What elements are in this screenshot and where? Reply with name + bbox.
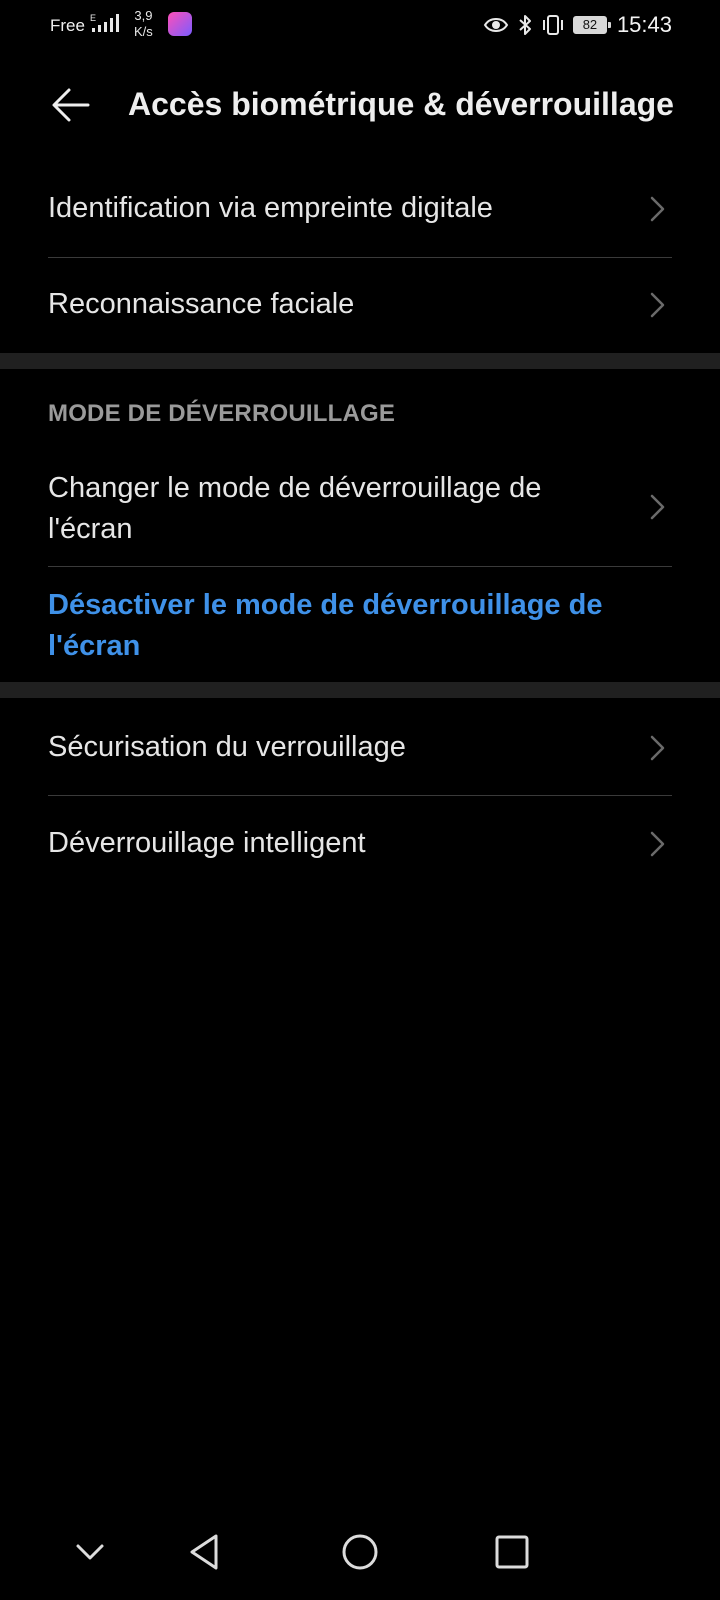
divider [48,566,672,567]
chevron-right-icon [650,196,665,222]
circle-home-icon [342,1534,378,1570]
change-unlock-mode-label-line2: l'écran [48,513,133,545]
smart-unlock-label: Déverrouillage intelligent [48,827,366,859]
disable-unlock-mode-label-line2: l'écran [48,630,141,662]
section-separator [0,682,720,698]
change-unlock-mode-item[interactable]: Changer le mode de déverrouillage de l'é… [48,468,672,558]
lock-security-label: Sécurisation du verrouillage [48,731,406,763]
fingerprint-label: Identification via empreinte digitale [48,192,493,224]
face-recognition-item[interactable]: Reconnaissance faciale [48,284,672,344]
disable-unlock-mode-link[interactable]: Désactiver le mode de déverrouillage de … [48,585,672,671]
chevron-right-icon [650,735,665,761]
section-separator [0,353,720,369]
arrow-left-icon [52,88,90,122]
carrier-name: Free [50,16,85,35]
network-type-label: E [90,13,96,23]
status-icons: 82 15:43 [483,10,672,40]
nav-home-button[interactable] [338,1530,382,1574]
smart-unlock-item[interactable]: Déverrouillage intelligent [48,823,672,883]
divider [48,257,672,258]
chevron-right-icon [650,292,665,318]
chevron-down-icon[interactable] [68,1530,112,1574]
speed-unit: K/s [134,24,153,39]
nav-recents-button[interactable] [490,1530,534,1574]
system-nav-bar [0,1500,720,1600]
chevron-right-icon [650,831,665,857]
lock-security-item[interactable]: Sécurisation du verrouillage [48,727,672,787]
section-title-unlock-mode: MODE DE DÉVERROUILLAGE [48,400,396,427]
vibrate-icon [542,15,563,35]
back-button[interactable] [50,84,92,126]
face-recognition-label: Reconnaissance faciale [48,288,355,320]
signal-icon: E [90,13,119,32]
fingerprint-item[interactable]: Identification via empreinte digitale [48,188,672,248]
triangle-back-icon [190,1534,218,1570]
page-title: Accès biométrique & déverrouillage [128,86,674,122]
clock: 15:43 [616,12,672,37]
app-notification-icon [168,12,192,36]
nav-back-button[interactable] [184,1530,228,1574]
square-recents-icon [495,1535,529,1569]
speed-value: 3,9 [134,8,153,23]
eye-comfort-icon [483,18,509,32]
change-unlock-mode-label-line1: Changer le mode de déverrouillage de [48,472,542,504]
bluetooth-icon [519,15,531,35]
disable-unlock-mode-label-line1: Désactiver le mode de déverrouillage de [48,589,603,621]
divider [48,795,672,796]
chevron-right-icon [650,494,665,520]
status-bar: Free E 3,9 K/s 82 15:43 [0,0,720,50]
app-header: Accès biométrique & déverrouillage [0,70,720,140]
network-speed: 3,9 K/s [134,8,153,40]
battery-indicator: 82 [572,16,611,34]
